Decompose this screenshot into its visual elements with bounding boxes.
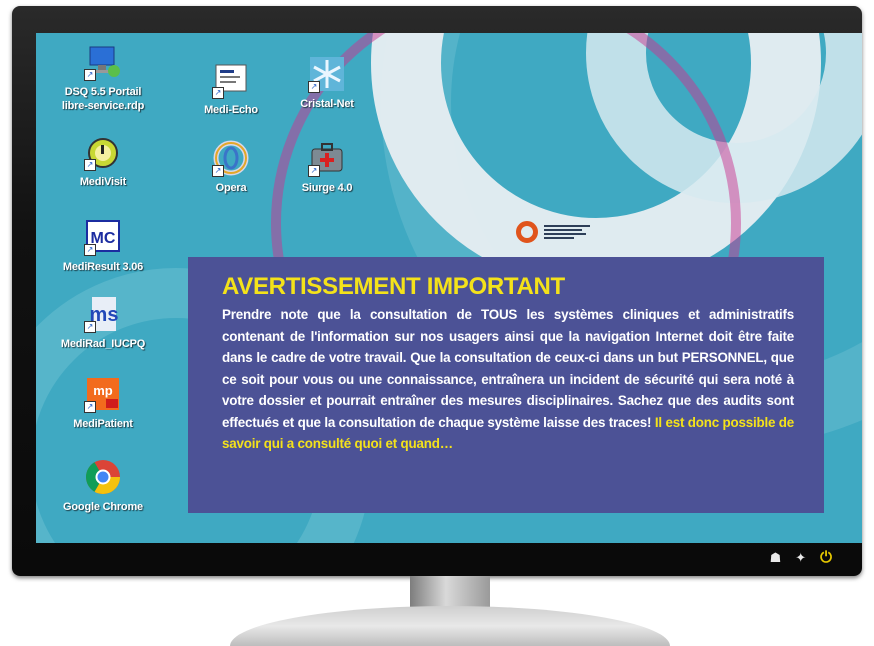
icon-label: Medi-Echo xyxy=(204,104,258,116)
monitor-stand-base xyxy=(230,606,670,646)
desktop-icon-medivisit[interactable]: ↗ MediVisit xyxy=(48,133,158,189)
shortcut-arrow-icon: ↗ xyxy=(212,87,224,99)
medipatient-icon-text: mp xyxy=(93,383,113,398)
shortcut-arrow-icon: ↗ xyxy=(84,159,96,171)
logo-text-lines xyxy=(544,225,590,239)
cristal-net-icon: ↗ xyxy=(308,55,346,93)
desktop-icon-medirad[interactable]: ms ↗ MediRad_IUCPQ xyxy=(48,295,158,351)
desktop-icon-chrome[interactable]: Google Chrome xyxy=(48,458,158,514)
mediresult-icon: MC ↗ xyxy=(84,218,122,256)
medirad-icon: ms ↗ xyxy=(84,295,122,333)
monitor-bottom-bezel: ☗ ✦ ⏻ xyxy=(12,543,862,576)
network-icon[interactable]: ✦ xyxy=(795,551,806,565)
medi-echo-icon: ↗ xyxy=(212,61,250,99)
icon-label: MediPatient xyxy=(73,418,133,430)
institute-logo xyxy=(516,221,590,243)
desktop-icon-mediresult[interactable]: MC ↗ MediResult 3.06 xyxy=(48,218,158,274)
shortcut-arrow-icon: ↗ xyxy=(84,244,96,256)
desktop-icon-medipatient[interactable]: mp ↗ MediPatient xyxy=(48,375,158,431)
icon-label: Opera xyxy=(215,182,247,194)
warning-body: Prendre note que la consultation de TOUS… xyxy=(222,304,794,455)
icon-label: Google Chrome xyxy=(63,501,143,513)
desktop-screen: ↗ DSQ 5.5 Portail libre-service.rdp ↗ Me… xyxy=(36,33,862,543)
remote-desktop-icon: ↗ xyxy=(84,43,122,81)
desktop-icon-opera[interactable]: ↗ Opera xyxy=(176,139,286,195)
network-icon[interactable]: ☗ xyxy=(770,551,782,565)
shortcut-arrow-icon: ↗ xyxy=(308,81,320,93)
icon-label: MediResult 3.06 xyxy=(62,261,144,273)
desktop-icon-cristal-net[interactable]: ↗ Cristal-Net xyxy=(272,55,382,111)
icon-label: DSQ 5.5 Portail libre-service.rdp xyxy=(61,86,145,112)
power-icon[interactable]: ⏻ xyxy=(820,550,832,565)
shortcut-arrow-icon: ↗ xyxy=(84,69,96,81)
shortcut-arrow-icon: ↗ xyxy=(84,401,96,413)
desktop-icon-siurge[interactable]: ↗ Siurge 4.0 xyxy=(272,139,382,195)
shortcut-arrow-icon: ↗ xyxy=(212,165,224,177)
chrome-icon xyxy=(84,458,122,496)
shortcut-arrow-icon: ↗ xyxy=(308,165,320,177)
desktop-icon-dsq[interactable]: ↗ DSQ 5.5 Portail libre-service.rdp xyxy=(48,43,158,113)
security-warning-panel: AVERTISSEMENT IMPORTANT Prendre note que… xyxy=(188,257,824,513)
shortcut-arrow-icon: ↗ xyxy=(84,321,96,333)
medivisit-icon: ↗ xyxy=(84,133,122,171)
icon-label: Cristal-Net xyxy=(300,98,354,110)
icon-label: MediRad_IUCPQ xyxy=(60,338,146,350)
medipatient-icon: mp ↗ xyxy=(84,375,122,413)
logo-ring-icon xyxy=(516,221,538,243)
icon-label: MediVisit xyxy=(79,176,127,188)
icon-label: Siurge 4.0 xyxy=(301,182,353,194)
opera-icon: ↗ xyxy=(212,139,250,177)
warning-title: AVERTISSEMENT IMPORTANT xyxy=(222,273,565,300)
system-tray: ☗ ✦ ⏻ xyxy=(770,550,832,565)
siurge-icon: ↗ xyxy=(308,139,346,177)
desktop-icon-medi-echo[interactable]: ↗ Medi-Echo xyxy=(176,61,286,117)
warning-text: Prendre note que la consultation de TOUS… xyxy=(222,307,794,430)
